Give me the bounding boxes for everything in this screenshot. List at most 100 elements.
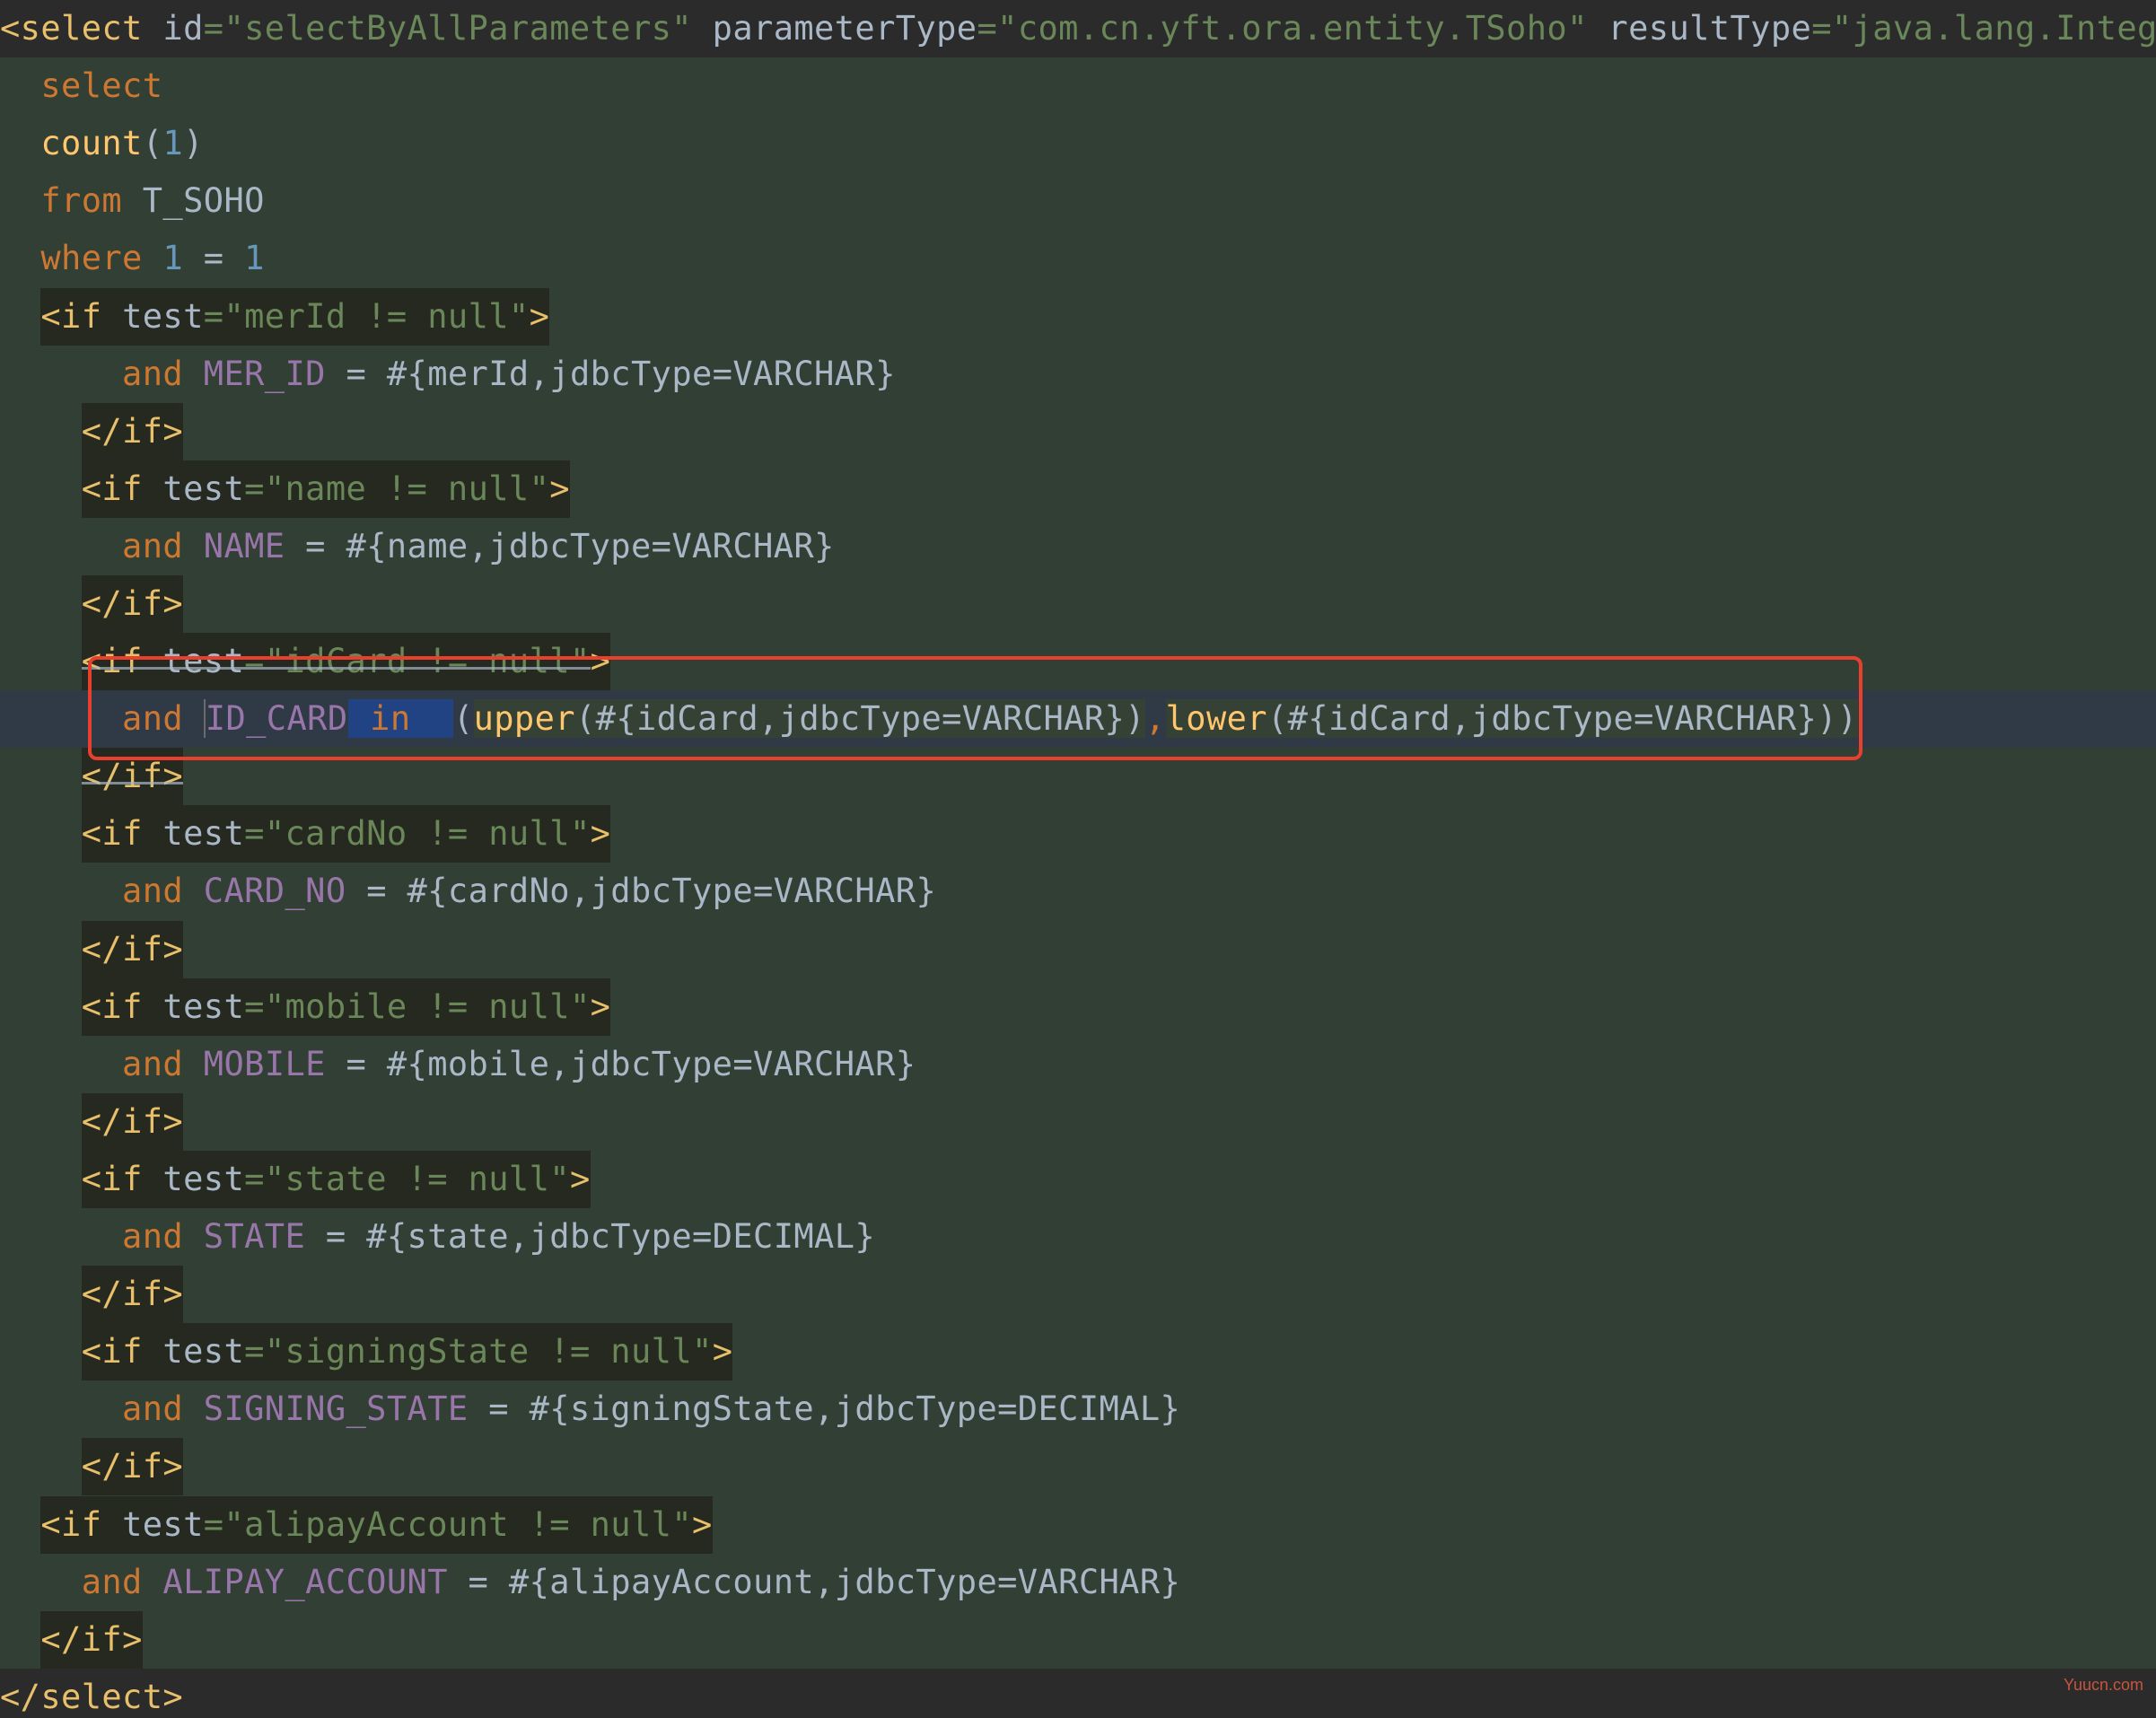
code-token: >: [590, 805, 611, 863]
code-token: =: [183, 239, 245, 277]
code-line[interactable]: </if>: [0, 1438, 2156, 1495]
code-line[interactable]: and MOBILE = #{mobile,jdbcType=VARCHAR}: [0, 1036, 2156, 1093]
code-token: 1: [162, 124, 184, 162]
code-token: ="name != null": [244, 460, 550, 518]
code-token: <if: [81, 1323, 143, 1381]
code-token: <if: [81, 805, 143, 863]
code-token: 1: [244, 239, 265, 277]
code-editor[interactable]: <select id="selectByAllParameters" param…: [0, 0, 2156, 1718]
code-line[interactable]: <if test="signingState != null">: [0, 1323, 2156, 1381]
code-token: </if>: [81, 921, 184, 978]
code-line[interactable]: <if test="merId != null">: [0, 288, 2156, 346]
code-token: NAME: [183, 527, 285, 565]
code-token: <select: [0, 9, 143, 48]
code-token: select: [0, 66, 163, 105]
code-token: and: [0, 872, 184, 910]
code-token: test: [101, 1496, 204, 1554]
code-line[interactable]: <if test="state != null">: [0, 1151, 2156, 1208]
code-line[interactable]: and SIGNING_STATE = #{signingState,jdbcT…: [0, 1381, 2156, 1438]
code-line[interactable]: and ALIPAY_ACCOUNT = #{alipayAccount,jdb…: [0, 1554, 2156, 1611]
code-line[interactable]: and STATE = #{state,jdbcType=DECIMAL}: [0, 1208, 2156, 1266]
code-token: = #{mobile,jdbcType=VARCHAR}: [325, 1045, 916, 1083]
code-line[interactable]: <if test="mobile != null">: [0, 978, 2156, 1036]
code-token: and: [0, 527, 184, 565]
code-token: = #{state,jdbcType=DECIMAL}: [305, 1217, 876, 1256]
code-line[interactable]: and NAME = #{name,jdbcType=VARCHAR}: [0, 518, 2156, 575]
code-token: MER_ID: [183, 355, 326, 393]
code-token: >: [569, 1151, 591, 1208]
code-token: where: [0, 239, 143, 277]
code-token: ="cardNo != null": [244, 805, 591, 863]
code-line[interactable]: <select id="selectByAllParameters" param…: [0, 0, 2156, 57]
code-token: >: [712, 1323, 733, 1381]
code-token: SIGNING_STATE: [183, 1389, 469, 1428]
code-line[interactable]: </if>: [0, 575, 2156, 633]
code-line[interactable]: </if>: [0, 403, 2156, 460]
code-token: = #{name,jdbcType=VARCHAR}: [285, 527, 835, 565]
code-token: ="merId != null": [203, 288, 530, 346]
code-token: test: [142, 1323, 245, 1381]
code-token: ="alipayAccount != null": [203, 1496, 693, 1554]
code-token: (: [142, 124, 163, 162]
code-token: </if>: [40, 1611, 143, 1669]
code-token: = #{signingState,jdbcType=DECIMAL}: [468, 1389, 1181, 1428]
code-line[interactable]: select: [0, 57, 2156, 115]
code-line[interactable]: where 1 = 1: [0, 230, 2156, 287]
code-token: test: [101, 288, 204, 346]
code-token: </if>: [81, 403, 184, 460]
code-token: and: [0, 355, 184, 393]
code-line[interactable]: </if>: [0, 921, 2156, 978]
code-line[interactable]: </if>: [0, 1611, 2156, 1669]
code-token: <if: [40, 1496, 102, 1554]
code-token: id: [142, 9, 204, 48]
code-line[interactable]: <if test="name != null">: [0, 460, 2156, 518]
code-token: parameterType: [692, 9, 977, 48]
code-token: </if>: [81, 1438, 184, 1495]
code-token: ALIPAY_ACCOUNT: [142, 1563, 448, 1601]
code-line[interactable]: and CARD_NO = #{cardNo,jdbcType=VARCHAR}: [0, 863, 2156, 920]
code-token: and: [0, 1389, 184, 1428]
highlight-annotation-box: [88, 656, 1862, 760]
code-line[interactable]: </if>: [0, 1266, 2156, 1323]
code-token: ="signingState != null": [244, 1323, 713, 1381]
code-line[interactable]: <if test="cardNo != null">: [0, 805, 2156, 863]
code-token: <if: [81, 1151, 143, 1208]
code-token: test: [142, 805, 245, 863]
code-token: >: [590, 978, 611, 1036]
code-token: = #{cardNo,jdbcType=VARCHAR}: [346, 872, 937, 910]
code-token: T_SOHO: [122, 181, 265, 220]
code-line[interactable]: count(1): [0, 115, 2156, 172]
watermark: Yuucn.com: [2063, 1676, 2143, 1694]
code-line[interactable]: </select>: [0, 1669, 2156, 1718]
code-token: test: [142, 1151, 245, 1208]
code-token: ="com.cn.yft.ora.entity.TSoho": [977, 9, 1588, 48]
code-token: <if: [40, 288, 102, 346]
code-line[interactable]: <if test="alipayAccount != null">: [0, 1496, 2156, 1554]
code-token: >: [529, 288, 550, 346]
code-token: CARD_NO: [183, 872, 346, 910]
code-token: </select>: [0, 1678, 184, 1716]
code-line[interactable]: from T_SOHO: [0, 172, 2156, 230]
code-token: ): [183, 124, 204, 162]
code-token: </if>: [81, 575, 184, 633]
code-token: ="mobile != null": [244, 978, 591, 1036]
code-token: <if: [81, 460, 143, 518]
code-line[interactable]: and MER_ID = #{merId,jdbcType=VARCHAR}: [0, 346, 2156, 403]
code-line[interactable]: </if>: [0, 1093, 2156, 1151]
code-token: ="selectByAllParameters": [203, 9, 692, 48]
code-token: >: [549, 460, 570, 518]
